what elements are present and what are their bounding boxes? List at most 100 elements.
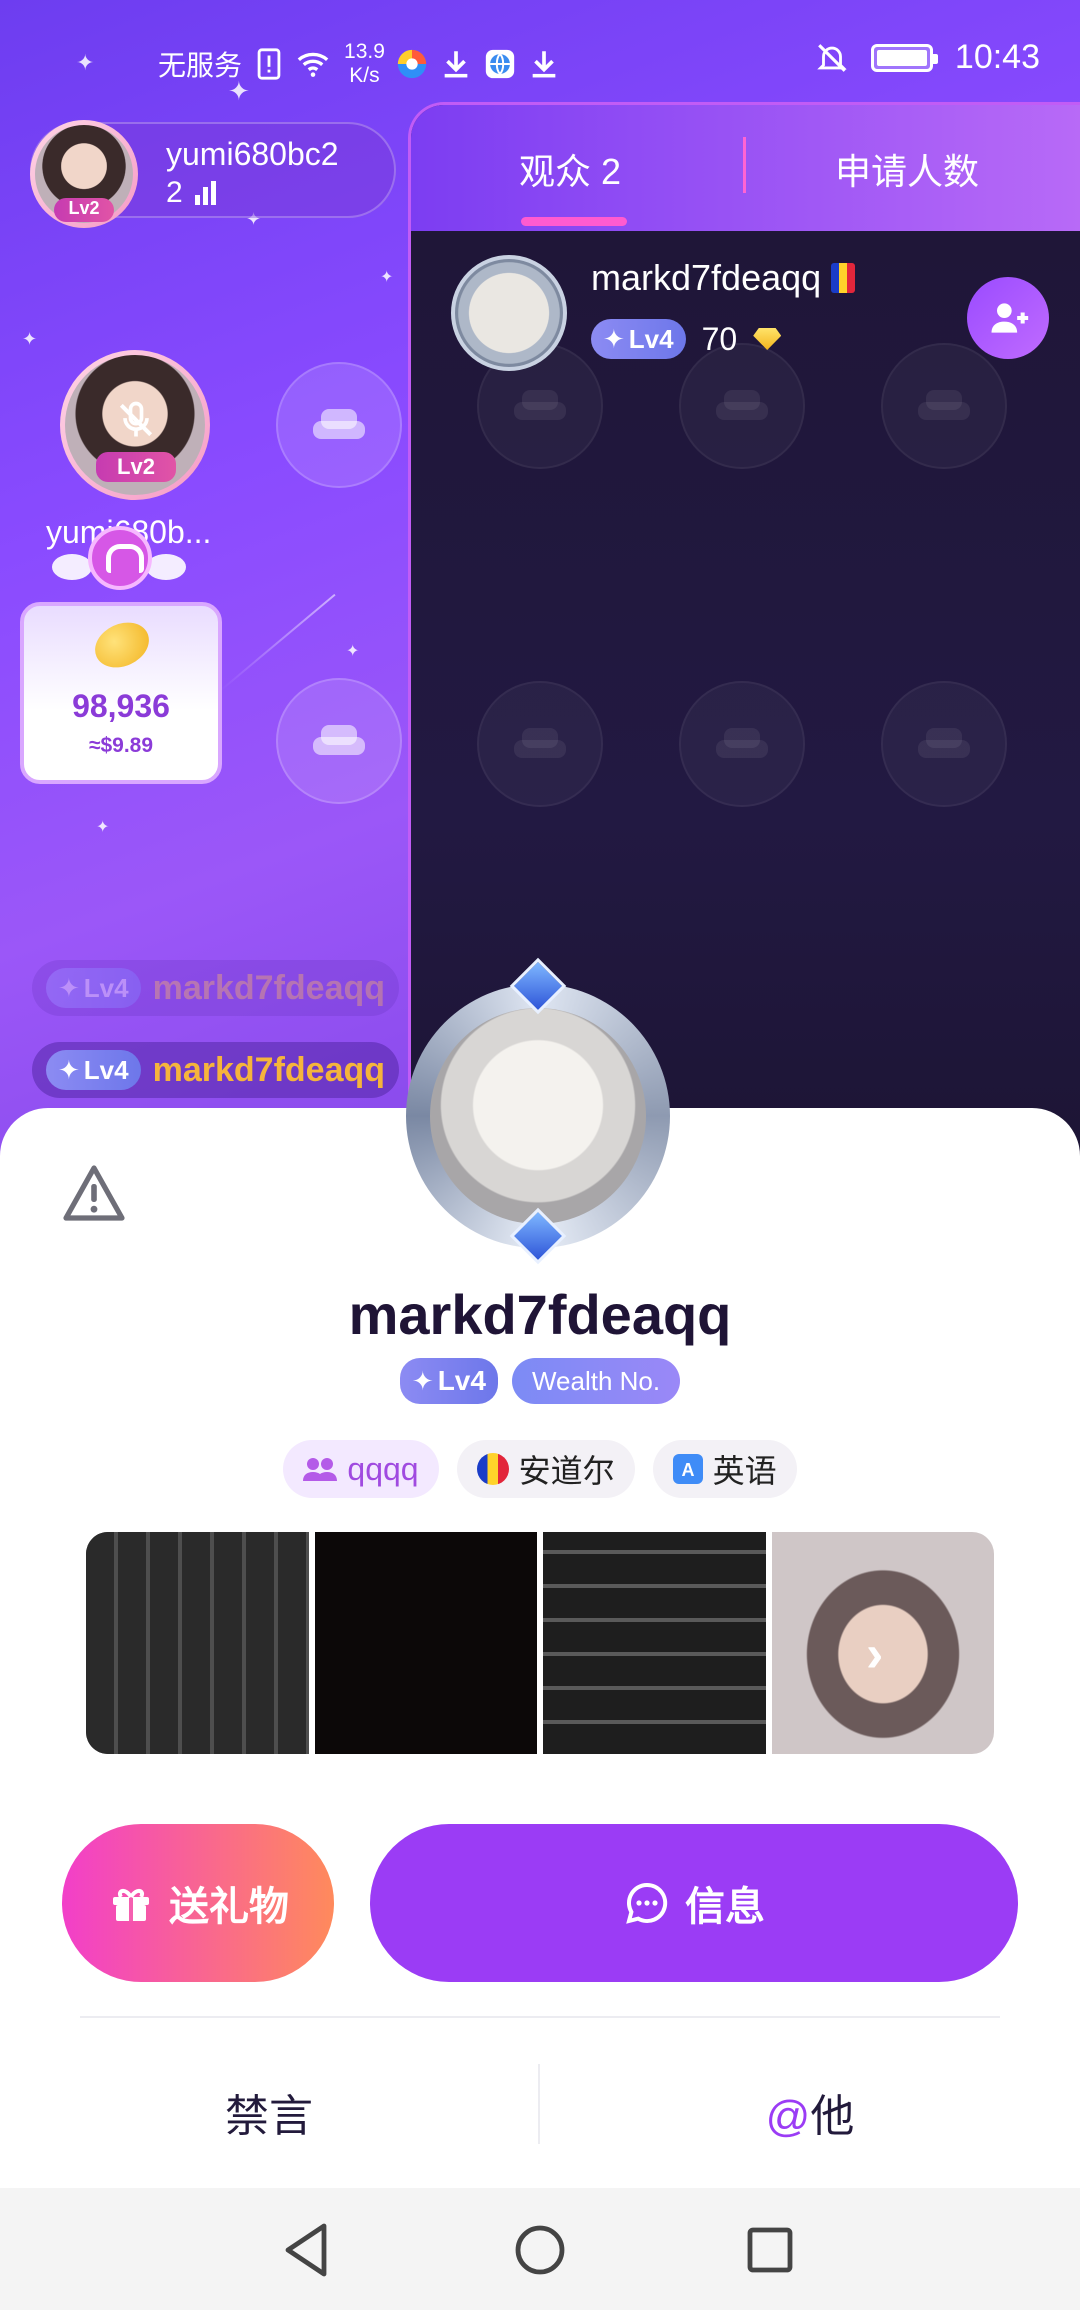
recents-icon[interactable] — [738, 2218, 802, 2282]
audience-level-badge: ✦ Lv4 — [591, 319, 686, 359]
chat-bubble-icon — [626, 1882, 668, 1924]
language-icon: A — [672, 1454, 703, 1484]
follow-button[interactable] — [967, 277, 1049, 359]
sparkle-icon: ✦ — [603, 323, 625, 354]
group-name: qqqq — [347, 1450, 419, 1487]
sofa-icon — [918, 388, 970, 424]
gift-icon — [113, 1889, 149, 1921]
empty-seat[interactable] — [276, 678, 402, 804]
profile-badges: ✦ Lv4 Wealth No. — [0, 1358, 1080, 1404]
svg-text:A: A — [681, 1460, 694, 1480]
streak-decor — [219, 593, 336, 692]
profile-name: markd7fdeaqq — [348, 1283, 732, 1346]
tab-active-indicator — [521, 217, 627, 226]
mention-target: 他 — [810, 2092, 855, 2141]
divider — [80, 2016, 1000, 2018]
mention-button[interactable]: @他 — [540, 2080, 1080, 2144]
chat-message[interactable]: ✦ Lv4 markd7fdeaqq — [32, 1042, 400, 1098]
wealth-badge: Wealth No. — [511, 1358, 681, 1404]
home-icon[interactable] — [508, 2218, 572, 2282]
host-name: yumi680bc2 — [166, 136, 339, 172]
gallery-photo[interactable] — [86, 1532, 309, 1754]
bell-muted-icon — [817, 43, 847, 72]
wifi-icon — [297, 52, 329, 77]
group-icon — [303, 1458, 338, 1481]
add-user-icon — [991, 303, 1029, 333]
wing-left — [52, 554, 92, 580]
sofa-icon — [716, 388, 768, 424]
group-chip[interactable]: qqqq — [283, 1440, 439, 1498]
sofa-icon — [514, 388, 566, 424]
bean-balance-card[interactable]: 98,936 ≈$9.89 — [20, 602, 222, 784]
host-listener-count: 2 — [166, 176, 216, 210]
audience-level: Lv4 — [628, 323, 674, 354]
mic-muted-icon — [119, 401, 153, 437]
audience-row[interactable]: markd7fdeaqq ✦ Lv4 70 — [411, 231, 1080, 381]
chat-username: markd7fdeaqq — [152, 1050, 386, 1089]
mascot-head — [88, 526, 152, 590]
star-decor: ✦ — [346, 643, 360, 660]
chat-level: Lv4 — [83, 1054, 129, 1085]
sim-alert-icon — [257, 48, 281, 80]
status-left: 无服务 13.9 K/s — [158, 40, 561, 88]
language-name: 英语 — [712, 1453, 777, 1489]
send-gift-button[interactable]: 送礼物 — [62, 1824, 334, 1982]
status-right: 10:43 — [815, 38, 1040, 77]
chat-level: Lv4 — [83, 972, 129, 1003]
tab-divider — [743, 137, 746, 193]
andorra-flag-icon — [831, 263, 856, 293]
star-decor: ✦ — [380, 269, 394, 286]
download-icon — [532, 51, 556, 78]
sparkle-icon: ✦ — [58, 972, 80, 1003]
sofa-icon — [918, 726, 970, 762]
photo-gallery[interactable] — [86, 1532, 994, 1754]
battery-fill — [876, 49, 927, 66]
guest-level-badge: Lv2 — [96, 452, 176, 482]
profile-info-chips: qqqq 安道尔 A 英语 — [0, 1440, 1080, 1498]
gallery-photo[interactable] — [543, 1532, 766, 1754]
bean-usd-value: ≈$9.89 — [88, 734, 154, 757]
gallery-photo[interactable] — [314, 1532, 537, 1754]
profile-level: Lv4 — [437, 1365, 486, 1396]
mute-button[interactable]: 禁言 — [0, 2080, 538, 2144]
audience-avatar[interactable] — [451, 255, 567, 371]
chat-message[interactable]: ✦ Lv4 markd7fdeaqq — [32, 960, 400, 1016]
language-chip: A 英语 — [652, 1440, 797, 1498]
audience-score: 70 — [701, 320, 738, 357]
host-pill[interactable]: Lv2 yumi680bc2 2 — [30, 120, 396, 228]
andorra-flag-icon — [476, 1453, 509, 1485]
report-warning-icon[interactable] — [62, 1164, 126, 1224]
host-count-value: 2 — [166, 176, 183, 209]
panel-tabs: 观众 2 申请人数 — [411, 105, 1080, 231]
empty-seat — [881, 681, 1007, 807]
tab-audience[interactable]: 观众 2 — [519, 143, 621, 195]
chevron-right-icon[interactable]: › — [866, 1628, 906, 1680]
sofa-icon — [313, 723, 365, 759]
globe-app-icon — [485, 49, 515, 79]
bean-amount: 98,936 — [72, 688, 170, 724]
profile-level-badge: ✦ Lv4 — [399, 1358, 498, 1404]
send-gift-label: 送礼物 — [169, 1885, 289, 1929]
country-chip: 安道尔 — [456, 1440, 635, 1498]
sparkle-icon: ✦ — [58, 1054, 80, 1085]
chat-username: markd7fdeaqq — [152, 968, 386, 1007]
sofa-icon — [514, 726, 566, 762]
chat-level-badge: ✦ Lv4 — [46, 968, 141, 1008]
back-icon[interactable] — [276, 2218, 340, 2282]
tab-applicants[interactable]: 申请人数 — [835, 143, 979, 195]
star-decor: ✦ — [22, 329, 38, 349]
battery-icon — [870, 43, 938, 72]
diamond-icon — [753, 328, 782, 350]
network-speed: 13.9 K/s — [344, 40, 385, 88]
sparkle-icon: ✦ — [411, 1365, 434, 1396]
sofa-icon — [313, 407, 365, 443]
profile-avatar[interactable] — [400, 957, 676, 1265]
mascot-icon — [52, 526, 186, 610]
sofa-icon — [716, 726, 768, 762]
audience-name-line: markd7fdeaqq — [591, 257, 856, 299]
empty-seat — [679, 681, 805, 807]
system-nav-bar — [0, 2188, 1080, 2310]
browser-app-icon — [397, 49, 427, 79]
empty-seat[interactable] — [276, 362, 402, 488]
message-button[interactable]: 信息 — [370, 1824, 1018, 1982]
